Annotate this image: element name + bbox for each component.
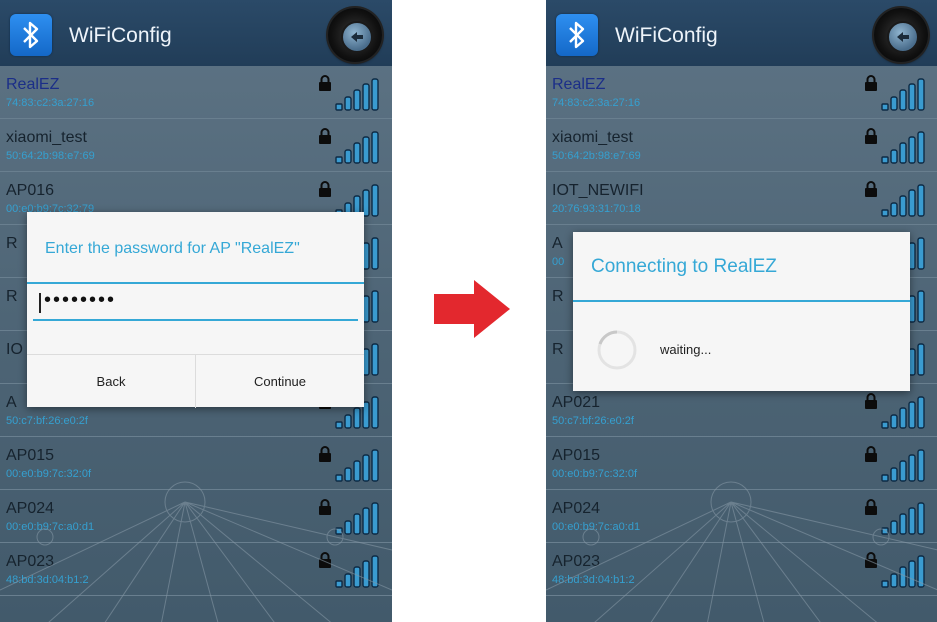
password-value: ••••••••	[44, 289, 117, 311]
password-field[interactable]: ••••••••	[33, 289, 358, 321]
background-decoration	[546, 481, 937, 622]
network-ssid: A	[6, 394, 17, 411]
network-row[interactable]: AP021 50:c7:bf:26:e0:2f	[546, 384, 937, 437]
network-mac: 00	[552, 256, 565, 268]
app-title: WiFiConfig	[69, 24, 172, 47]
network-mac: 50:64:2b:98:e7:69	[552, 150, 641, 162]
app-title: WiFiConfig	[615, 24, 718, 47]
wifi-signal-icon	[880, 184, 926, 223]
lock-icon	[318, 181, 332, 202]
loading-spinner-icon	[597, 330, 637, 370]
status-text: waiting...	[660, 342, 712, 357]
network-ssid: A	[552, 235, 563, 252]
dialog-button-bar: Back Continue	[27, 354, 364, 408]
network-ssid: IO	[6, 341, 23, 358]
bluetooth-icon	[556, 14, 598, 56]
lock-icon	[318, 128, 332, 149]
app-header: WiFiConfig	[0, 0, 392, 66]
network-mac: 50:c7:bf:26:e0:2f	[6, 415, 88, 427]
network-ssid: AP021	[552, 394, 601, 411]
lock-icon	[864, 128, 878, 149]
lock-icon	[864, 393, 878, 414]
network-ssid: R	[552, 341, 564, 358]
network-ssid: AP016	[6, 182, 55, 199]
dialog-divider	[573, 300, 910, 302]
network-ssid: RealEZ	[552, 76, 606, 93]
lock-icon	[864, 75, 878, 96]
text-caret	[39, 293, 41, 313]
wifi-signal-icon	[880, 78, 926, 117]
network-mac: 50:c7:bf:26:e0:2f	[552, 415, 634, 427]
network-mac: 20:76:93:31:70:18	[552, 203, 641, 215]
back-arrow-icon	[341, 21, 373, 53]
network-row[interactable]: IOT_NEWIFI 20:76:93:31:70:18	[546, 172, 937, 225]
network-mac: 74:83:c2:3a:27:16	[6, 97, 95, 109]
bluetooth-icon	[10, 14, 52, 56]
network-row[interactable]: RealEZ 74:83:c2:3a:27:16	[0, 66, 392, 119]
back-arrow-button[interactable]	[328, 8, 382, 62]
background-decoration	[0, 481, 392, 622]
network-ssid: R	[552, 288, 564, 305]
wifi-signal-icon	[334, 131, 380, 170]
network-ssid: R	[6, 288, 18, 305]
connecting-dialog: Connecting to RealEZ waiting...	[573, 232, 910, 391]
network-mac: 74:83:c2:3a:27:16	[552, 97, 641, 109]
wifi-signal-icon	[880, 131, 926, 170]
network-ssid: xiaomi_test	[6, 129, 87, 146]
right-arrow-icon	[434, 280, 510, 338]
dialog-title: Enter the password for AP "RealEZ"	[45, 240, 300, 257]
network-ssid: IOT_NEWIFI	[552, 182, 644, 199]
continue-button[interactable]: Continue	[196, 355, 364, 408]
lock-icon	[318, 75, 332, 96]
dialog-divider	[27, 282, 364, 284]
back-arrow-button[interactable]	[874, 8, 928, 62]
left-screen: WiFiConfig RealEZ 74:83:c2:3a:27:16 xiaomi…	[0, 0, 392, 622]
network-row[interactable]: xiaomi_test 50:64:2b:98:e7:69	[0, 119, 392, 172]
wifi-signal-icon	[880, 396, 926, 435]
network-ssid: xiaomi_test	[552, 129, 633, 146]
app-header: WiFiConfig	[546, 0, 937, 66]
network-mac: 50:64:2b:98:e7:69	[6, 150, 95, 162]
password-dialog: Enter the password for AP "RealEZ" •••••…	[27, 212, 364, 408]
back-button[interactable]: Back	[27, 355, 196, 408]
back-arrow-icon	[887, 21, 919, 53]
dialog-title: Connecting to RealEZ	[591, 256, 777, 277]
network-row[interactable]: RealEZ 74:83:c2:3a:27:16	[546, 66, 937, 119]
network-ssid: R	[6, 235, 18, 252]
lock-icon	[864, 181, 878, 202]
network-ssid: RealEZ	[6, 76, 60, 93]
wifi-signal-icon	[334, 78, 380, 117]
network-row[interactable]: xiaomi_test 50:64:2b:98:e7:69	[546, 119, 937, 172]
